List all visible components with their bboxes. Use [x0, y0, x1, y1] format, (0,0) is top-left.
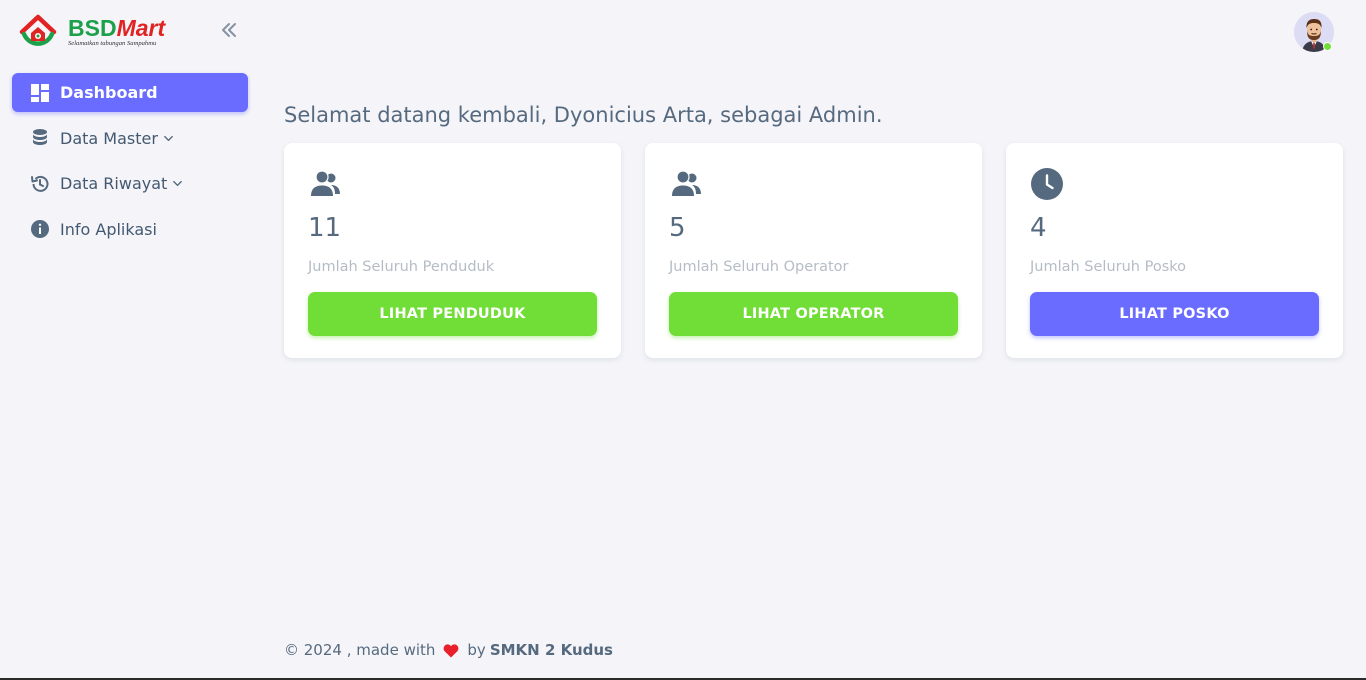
- sidebar-item-label: Dashboard: [60, 83, 158, 102]
- user-avatar[interactable]: [1294, 12, 1334, 52]
- chevron-down-icon: [164, 135, 173, 141]
- users-icon: [672, 170, 701, 196]
- brand-tagline: Selamatkan tabungan Sampahmu: [68, 39, 157, 47]
- footer-org-link[interactable]: SMKN 2 Kudus: [490, 641, 613, 659]
- collapse-sidebar-icon[interactable]: [219, 20, 239, 40]
- footer-by: by: [467, 641, 486, 659]
- card-value: 5: [669, 213, 686, 243]
- card-value: 4: [1030, 213, 1047, 243]
- bsdmart-logo-icon: [19, 14, 57, 46]
- chevron-down-icon: [173, 180, 183, 187]
- database-icon: [30, 128, 50, 148]
- footer-copyright: © 2024 , made with: [284, 641, 436, 659]
- brand[interactable]: BSDMart Selamatkan tabungan Sampahmu: [18, 12, 165, 52]
- welcome-message: Selamat datang kembali, Dyonicius Arta, …: [284, 103, 883, 127]
- brand-name: BSDMart: [68, 14, 166, 41]
- sidebar-item-data-master[interactable]: Data Master: [12, 119, 248, 158]
- lihat-penduduk-button[interactable]: LIHAT PENDUDUK: [308, 292, 597, 336]
- footer: © 2024 , made with by SMKN 2 Kudus: [284, 641, 613, 659]
- lihat-operator-button[interactable]: LIHAT OPERATOR: [669, 292, 958, 336]
- card-label: Jumlah Seluruh Penduduk: [308, 259, 495, 275]
- card-operator: 5 Jumlah Seluruh Operator LIHAT OPERATOR: [645, 143, 982, 358]
- card-posko: 4 Jumlah Seluruh Posko LIHAT POSKO: [1006, 143, 1343, 358]
- dashboard-icon: [30, 83, 50, 103]
- sidebar-item-info-aplikasi[interactable]: Info Aplikasi: [12, 210, 248, 249]
- online-status-dot: [1323, 42, 1332, 51]
- lihat-posko-button[interactable]: LIHAT POSKO: [1030, 292, 1319, 336]
- sidebar-item-label: Info Aplikasi: [60, 219, 157, 239]
- sidebar-item-dashboard[interactable]: Dashboard: [12, 73, 248, 112]
- sidebar-menu: Dashboard Data Master Data Riwayat Info …: [12, 73, 248, 255]
- stat-cards: 11 Jumlah Seluruh Penduduk LIHAT PENDUDU…: [284, 143, 1343, 358]
- clock-icon: [1031, 168, 1063, 200]
- info-icon: [30, 219, 50, 239]
- users-icon: [311, 170, 340, 196]
- card-penduduk: 11 Jumlah Seluruh Penduduk LIHAT PENDUDU…: [284, 143, 621, 358]
- sidebar: BSDMart Selamatkan tabungan Sampahmu Das…: [0, 0, 260, 680]
- sidebar-item-data-riwayat[interactable]: Data Riwayat: [12, 164, 248, 203]
- sidebar-item-label: Data Riwayat: [60, 174, 168, 193]
- heart-icon: [444, 643, 459, 657]
- card-label: Jumlah Seluruh Operator: [669, 259, 849, 275]
- card-label: Jumlah Seluruh Posko: [1030, 259, 1187, 275]
- sidebar-item-label: Data Master: [60, 128, 158, 148]
- history-icon: [30, 174, 50, 194]
- card-value: 11: [308, 213, 342, 243]
